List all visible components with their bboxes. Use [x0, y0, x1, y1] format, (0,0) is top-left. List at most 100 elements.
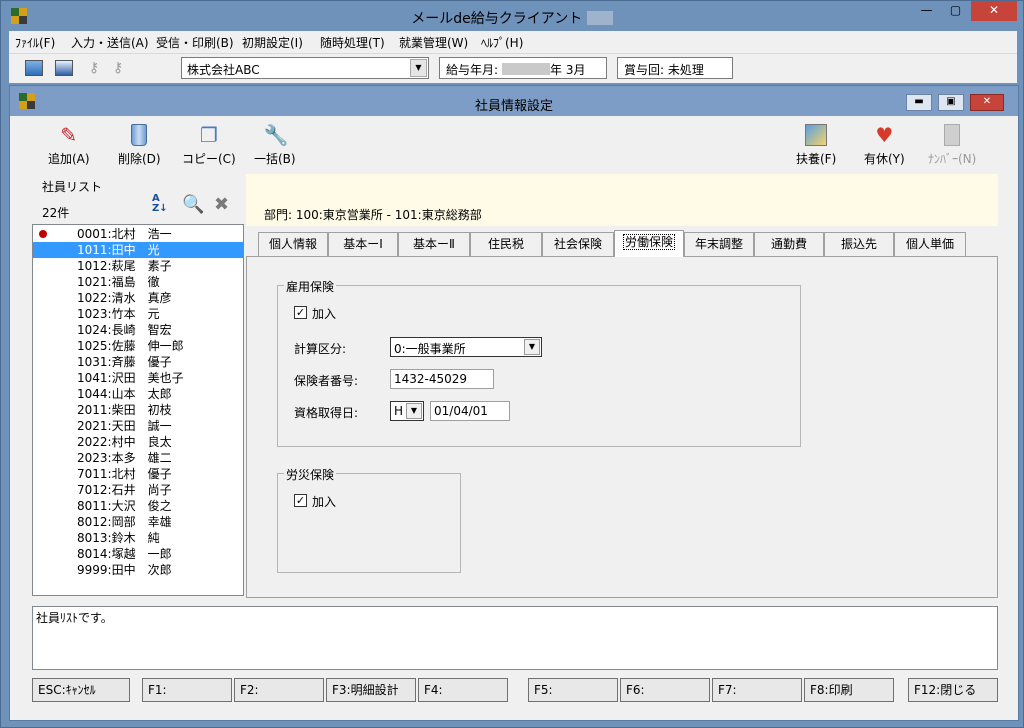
- tab-social-insurance[interactable]: 社会保険: [542, 232, 614, 256]
- tab-bank-transfer[interactable]: 振込先: [824, 232, 894, 256]
- menu-input-send[interactable]: 入力・送信(A): [71, 34, 149, 51]
- tab-basic-2[interactable]: 基本ーⅡ: [398, 232, 470, 256]
- employee-label: 1025:佐藤 伸一郎: [77, 338, 184, 354]
- leave-label: 有休(Y): [864, 152, 905, 166]
- batch-button[interactable]: 🔧 一括(B): [254, 124, 296, 167]
- maximize-button[interactable]: ▢: [942, 1, 969, 21]
- copy-icon: ❐: [199, 123, 218, 147]
- employee-list-item[interactable]: 2023:本多 雄二: [33, 450, 243, 466]
- employee-list-item[interactable]: 8013:鈴木 純: [33, 530, 243, 546]
- image-icon[interactable]: [55, 60, 73, 76]
- search-clear-icon[interactable]: ✖: [214, 194, 229, 215]
- acquisition-date-input[interactable]: 01/04/01: [430, 401, 510, 421]
- employee-list-item[interactable]: 1011:田中 光: [33, 242, 243, 258]
- employee-list-item[interactable]: 0001:北村 浩一: [33, 226, 243, 242]
- menu-initial-settings[interactable]: 初期設定(I): [242, 34, 303, 51]
- f1-button[interactable]: F1:: [142, 678, 232, 702]
- employee-name: 長崎 智宏: [111, 323, 172, 337]
- acquisition-date-label: 資格取得日:: [294, 406, 359, 420]
- employee-list[interactable]: 0001:北村 浩一 1011:田中 光 1012:萩尾 素子 1021:福島 徹 10…: [32, 224, 244, 596]
- labor-insurance-panel: 雇用保険 ✓ 加入 計算区分: 0:一般事業所 ▼ 保険者番号: 1432-45…: [246, 256, 998, 598]
- menu-file[interactable]: ﾌｧｲﾙ(F): [15, 34, 55, 51]
- window-maximize-button[interactable]: ▣: [938, 94, 964, 111]
- f4-button[interactable]: F4:: [418, 678, 508, 702]
- f2-button[interactable]: F2:: [234, 678, 324, 702]
- tab-label: 個人単価: [905, 237, 954, 251]
- number-button[interactable]: ﾅﾝﾊﾞｰ(N): [928, 124, 976, 167]
- tab-labor-insurance[interactable]: 労働保険: [614, 230, 684, 257]
- employee-list-item[interactable]: 7012:石井 尚子: [33, 482, 243, 498]
- employee-list-item[interactable]: 8014:塚越 一郎: [33, 546, 243, 562]
- minimize-button[interactable]: —: [913, 1, 940, 21]
- employment-insurance-checkbox[interactable]: ✓: [294, 306, 307, 319]
- employee-list-item[interactable]: 1024:長崎 智宏: [33, 322, 243, 338]
- workers-comp-checkbox[interactable]: ✓: [294, 494, 307, 507]
- tab-personal-info[interactable]: 個人情報: [258, 232, 328, 256]
- employee-list-item[interactable]: 1031:斉藤 優子: [33, 354, 243, 370]
- dependents-button[interactable]: 扶養(F): [796, 124, 836, 167]
- employee-code: 0001: [77, 227, 108, 241]
- search-icon[interactable]: 🔍: [182, 194, 204, 215]
- delete-label: 削除(D): [118, 152, 161, 166]
- add-button[interactable]: ✎ 追加(A): [48, 124, 90, 167]
- f5-button[interactable]: F5:: [528, 678, 618, 702]
- tab-label: 通勤費: [770, 237, 807, 251]
- calc-type-select[interactable]: 0:一般事業所 ▼: [390, 337, 542, 357]
- menu-receive-print[interactable]: 受信・印刷(B): [156, 34, 234, 51]
- tab-basic-1[interactable]: 基本ーⅠ: [328, 232, 398, 256]
- key-icon[interactable]: ⚷: [113, 60, 131, 76]
- employee-label: 7011:北村 優子: [77, 466, 172, 482]
- f7-button[interactable]: F7:: [712, 678, 802, 702]
- chevron-down-icon[interactable]: ▼: [410, 59, 427, 77]
- f6-button[interactable]: F6:: [620, 678, 710, 702]
- tab-year-end[interactable]: 年末調整: [684, 232, 754, 256]
- employee-name: 鈴木 純: [111, 531, 160, 545]
- close-button[interactable]: ✕: [971, 1, 1017, 21]
- copy-button[interactable]: ❐ コピー(C): [182, 124, 236, 167]
- chevron-down-icon[interactable]: ▼: [406, 403, 422, 419]
- menu-help[interactable]: ﾍﾙﾌﾟ(H): [481, 34, 523, 51]
- window-close-button[interactable]: ✕: [970, 94, 1004, 111]
- employee-list-item[interactable]: 2011:柴田 初枝: [33, 402, 243, 418]
- chevron-down-icon[interactable]: ▼: [524, 339, 540, 355]
- employee-name: 福島 徹: [111, 275, 160, 289]
- tab-resident-tax[interactable]: 住民税: [470, 232, 542, 256]
- f12-close-button[interactable]: F12:閉じる: [908, 678, 998, 702]
- f3-layout-design-button[interactable]: F3:明細設計: [326, 678, 416, 702]
- employee-code: 2023: [77, 451, 108, 465]
- delete-button[interactable]: 削除(D): [118, 124, 161, 167]
- tab-personal-rate[interactable]: 個人単価: [894, 232, 966, 256]
- employee-name: 村中 良太: [111, 435, 172, 449]
- employee-list-item[interactable]: 1044:山本 太郎: [33, 386, 243, 402]
- employee-list-item[interactable]: 2022:村中 良太: [33, 434, 243, 450]
- employee-list-item[interactable]: 9999:田中 次郎: [33, 562, 243, 578]
- employee-list-item[interactable]: 7011:北村 優子: [33, 466, 243, 482]
- key-icon[interactable]: ⚷: [89, 60, 107, 76]
- employee-name: 北村 優子: [111, 467, 172, 481]
- employee-list-item[interactable]: 8011:大沢 俊之: [33, 498, 243, 514]
- f8-print-button[interactable]: F8:印刷: [804, 678, 894, 702]
- leave-button[interactable]: ♥ 有休(Y): [864, 124, 905, 167]
- insured-number-label: 保険者番号:: [294, 374, 359, 388]
- company-select[interactable]: 株式会社ABC ▼: [181, 57, 429, 79]
- esc-cancel-button[interactable]: ESC:ｷｬﾝｾﾙ: [32, 678, 130, 702]
- menu-attendance[interactable]: 就業管理(W): [399, 34, 468, 51]
- employee-list-item[interactable]: 1012:萩尾 素子: [33, 258, 243, 274]
- monitor-icon[interactable]: [25, 60, 43, 76]
- sort-az-icon[interactable]: A Z↓: [152, 194, 168, 214]
- employee-list-item[interactable]: 1021:福島 徹: [33, 274, 243, 290]
- employee-list-item[interactable]: 1023:竹本 元: [33, 306, 243, 322]
- employee-list-item[interactable]: 1022:清水 真彦: [33, 290, 243, 306]
- employee-code: 7012: [77, 483, 108, 497]
- employee-list-item[interactable]: 8012:岡部 幸雄: [33, 514, 243, 530]
- window-minimize-button[interactable]: ▬: [906, 94, 932, 111]
- tab-commute[interactable]: 通勤費: [754, 232, 824, 256]
- tab-label: 個人情報: [268, 237, 317, 251]
- employee-list-item[interactable]: 1025:佐藤 伸一郎: [33, 338, 243, 354]
- menu-occasional[interactable]: 随時処理(T): [320, 34, 385, 51]
- insured-number-input[interactable]: 1432-45029: [390, 369, 494, 389]
- employee-list-item[interactable]: 2021:天田 誠一: [33, 418, 243, 434]
- era-select[interactable]: H ▼: [390, 401, 424, 421]
- employee-list-item[interactable]: 1041:沢田 美也子: [33, 370, 243, 386]
- employee-label: 8012:岡部 幸雄: [77, 514, 172, 530]
